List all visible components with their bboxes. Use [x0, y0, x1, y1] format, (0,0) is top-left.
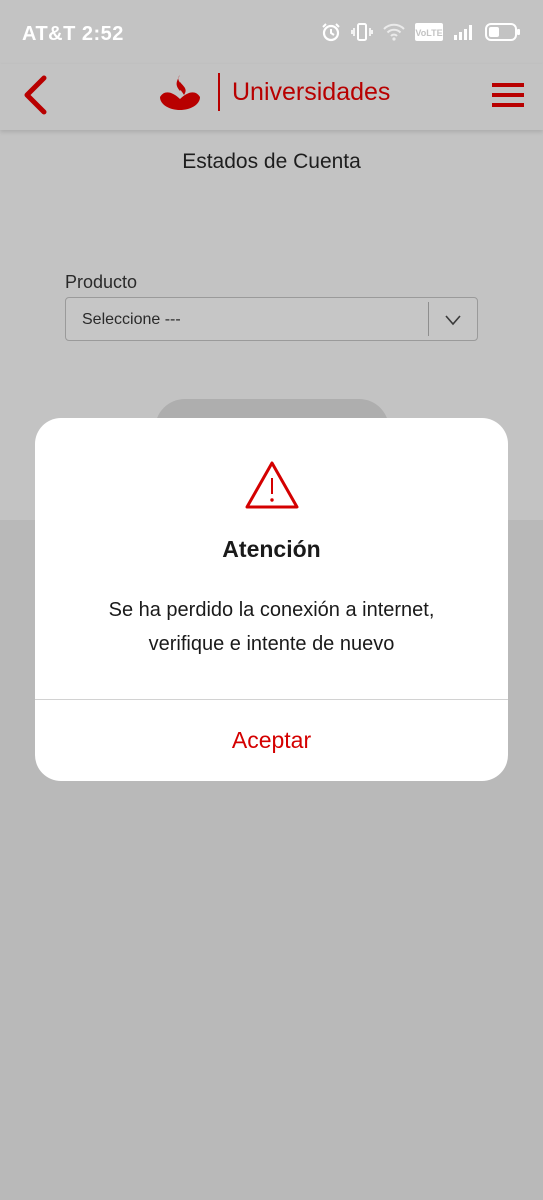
battery-icon [485, 22, 521, 47]
chevron-left-icon [24, 75, 47, 115]
dialog-message-line2: verifique e intente de nuevo [148, 633, 395, 655]
status-bar: AT&T 2:52 VoLTE [0, 0, 543, 64]
brand-divider [218, 73, 220, 111]
brand-name: Universidades [232, 77, 391, 106]
app-header: Universidades [0, 64, 543, 130]
wifi-icon [383, 23, 405, 46]
signal-icon [453, 23, 475, 46]
page-title: Estados de Cuenta [182, 150, 361, 173]
flame-logo-icon [160, 75, 200, 110]
carrier-time: AT&T 2:52 [22, 23, 124, 45]
brand-logo: Universidades [158, 72, 390, 112]
alert-dialog: Atención Se ha perdido la conexión a int… [35, 418, 508, 781]
warning-icon [245, 461, 299, 509]
chevron-down-icon [445, 315, 461, 326]
volte-label: VoLTE [415, 28, 442, 38]
select-separator [428, 302, 429, 336]
status-icons: VoLTE [321, 22, 521, 47]
vibrate-icon [351, 22, 373, 47]
dialog-message: Se ha perdido la conexión a internet, ve… [65, 593, 478, 661]
hamburger-icon [492, 83, 524, 107]
menu-button[interactable] [491, 82, 525, 108]
product-select[interactable]: Seleccione --- [65, 297, 478, 341]
product-label: Producto [65, 272, 138, 292]
product-select-value: Seleccione --- [82, 311, 181, 328]
accept-button[interactable]: Aceptar [35, 700, 508, 781]
dialog-title: Atención [222, 536, 321, 562]
dialog-message-line1: Se ha perdido la conexión a internet, [108, 599, 435, 621]
volte-icon: VoLTE [415, 22, 443, 47]
alarm-icon [321, 22, 341, 47]
back-button[interactable] [18, 74, 54, 116]
